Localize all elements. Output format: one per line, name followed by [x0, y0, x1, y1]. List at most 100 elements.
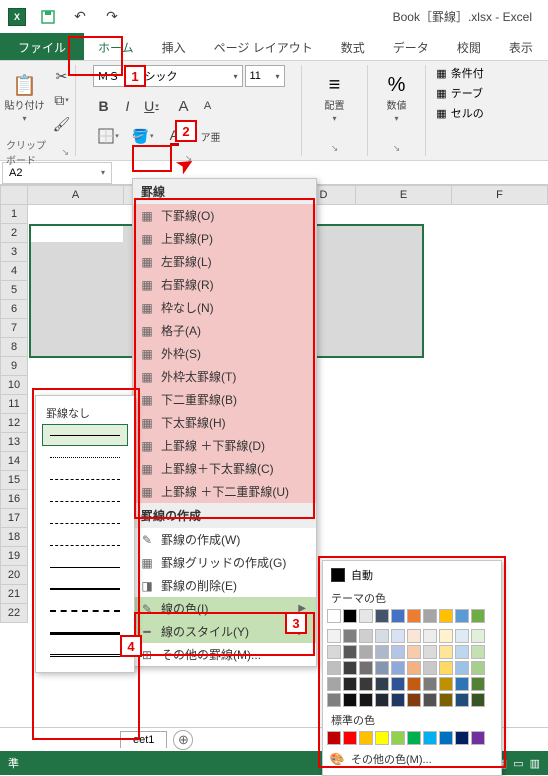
- col-header-A[interactable]: A: [28, 185, 124, 205]
- color-swatch[interactable]: [375, 661, 389, 675]
- cell-styles-button[interactable]: ▦セルの: [436, 105, 483, 121]
- color-swatch[interactable]: [391, 609, 405, 623]
- row-header-5[interactable]: 5: [0, 281, 28, 300]
- color-swatch[interactable]: [455, 645, 469, 659]
- color-swatch[interactable]: [375, 731, 389, 745]
- underline-button[interactable]: U▾: [141, 95, 163, 117]
- menu-thick[interactable]: ▦外枠太罫線(T): [133, 365, 316, 388]
- launcher-icon[interactable]: ↘: [61, 147, 69, 158]
- line-style-solid-1[interactable]: [42, 424, 128, 446]
- view-break-icon[interactable]: ▥: [530, 757, 540, 770]
- color-swatch[interactable]: [439, 693, 453, 707]
- paste-button[interactable]: 📋 貼り付け ▾: [3, 65, 47, 129]
- launcher-icon[interactable]: ↘: [393, 143, 401, 154]
- menu-left[interactable]: ▦左罫線(L): [133, 250, 316, 273]
- color-swatch[interactable]: [359, 677, 373, 691]
- menu-right[interactable]: ▦右罫線(R): [133, 273, 316, 296]
- row-header-7[interactable]: 7: [0, 319, 28, 338]
- color-swatch[interactable]: [359, 645, 373, 659]
- view-page-icon[interactable]: ▭: [513, 757, 523, 770]
- row-header-12[interactable]: 12: [0, 414, 28, 433]
- italic-button[interactable]: I: [117, 95, 139, 117]
- phonetic-button[interactable]: ア亜: [195, 125, 227, 147]
- color-swatch[interactable]: [439, 629, 453, 643]
- tab-home[interactable]: ホーム: [84, 33, 148, 60]
- cond-format-button[interactable]: ▦条件付: [436, 65, 483, 81]
- color-swatch[interactable]: [343, 677, 357, 691]
- color-swatch[interactable]: [343, 629, 357, 643]
- menu-top[interactable]: ▦上罫線(P): [133, 227, 316, 250]
- color-swatch[interactable]: [471, 609, 485, 623]
- color-swatch[interactable]: [423, 693, 437, 707]
- tab-review[interactable]: 校閲: [443, 33, 495, 60]
- row-header-22[interactable]: 22: [0, 604, 28, 623]
- row-header-6[interactable]: 6: [0, 300, 28, 319]
- color-swatch[interactable]: [327, 661, 341, 675]
- color-swatch[interactable]: [327, 609, 341, 623]
- row-header-14[interactable]: 14: [0, 452, 28, 471]
- menu-bottom[interactable]: ▦下罫線(O): [133, 204, 316, 227]
- redo-button[interactable]: ↷: [102, 7, 122, 27]
- alignment-button[interactable]: ≡ 配置 ▾: [313, 65, 357, 129]
- add-sheet-button[interactable]: ⊕: [173, 730, 193, 750]
- color-swatch[interactable]: [471, 661, 485, 675]
- row-header-18[interactable]: 18: [0, 528, 28, 547]
- row-header-19[interactable]: 19: [0, 547, 28, 566]
- color-swatch[interactable]: [423, 661, 437, 675]
- color-swatch[interactable]: [359, 609, 373, 623]
- fill-color-button[interactable]: 🪣▾: [127, 125, 159, 147]
- color-swatch[interactable]: [327, 645, 341, 659]
- row-header-4[interactable]: 4: [0, 262, 28, 281]
- color-swatch[interactable]: [455, 677, 469, 691]
- color-swatch[interactable]: [407, 629, 421, 643]
- color-swatch[interactable]: [375, 609, 389, 623]
- menu-drawgrid[interactable]: ▦罫線グリッドの作成(G): [133, 551, 316, 574]
- color-swatch[interactable]: [375, 677, 389, 691]
- color-swatch[interactable]: [343, 661, 357, 675]
- color-swatch[interactable]: [391, 693, 405, 707]
- color-swatch[interactable]: [391, 629, 405, 643]
- color-swatch[interactable]: [359, 731, 373, 745]
- menu-erase[interactable]: ◨罫線の削除(E): [133, 574, 316, 597]
- menu-ttb[interactable]: ▦上罫線＋下太罫線(C): [133, 457, 316, 480]
- color-swatch[interactable]: [375, 629, 389, 643]
- color-swatch[interactable]: [455, 731, 469, 745]
- color-swatch[interactable]: [359, 693, 373, 707]
- menu-box[interactable]: ▦外枠(S): [133, 342, 316, 365]
- row-header-21[interactable]: 21: [0, 585, 28, 604]
- format-painter-button[interactable]: 🖌: [51, 113, 73, 135]
- font-size-combo[interactable]: 11▾: [245, 65, 285, 87]
- bold-button[interactable]: B: [93, 95, 115, 117]
- color-swatch[interactable]: [439, 645, 453, 659]
- font-name-combo[interactable]: ＭＳ Ｐゴシック▾: [93, 65, 243, 87]
- line-style-dashdot[interactable]: [42, 512, 128, 534]
- line-none-label[interactable]: 罫線なし: [42, 402, 128, 424]
- color-swatch[interactable]: [455, 661, 469, 675]
- color-swatch[interactable]: [471, 677, 485, 691]
- color-swatch[interactable]: [407, 693, 421, 707]
- tab-insert[interactable]: 挿入: [148, 33, 200, 60]
- color-swatch[interactable]: [455, 629, 469, 643]
- row-header-17[interactable]: 17: [0, 509, 28, 528]
- line-style-dash-l[interactable]: [42, 534, 128, 556]
- color-swatch[interactable]: [423, 629, 437, 643]
- launcher-icon[interactable]: ↘: [185, 153, 193, 164]
- tab-formulas[interactable]: 数式: [327, 33, 379, 60]
- line-style-dot[interactable]: [42, 446, 128, 468]
- save-button[interactable]: [38, 7, 58, 27]
- row-header-11[interactable]: 11: [0, 395, 28, 414]
- sheet-tab-1[interactable]: eet1: [120, 731, 167, 748]
- color-swatch[interactable]: [359, 661, 373, 675]
- color-swatch[interactable]: [407, 677, 421, 691]
- color-swatch[interactable]: [471, 731, 485, 745]
- color-swatch[interactable]: [407, 661, 421, 675]
- menu-dbottom[interactable]: ▦下二重罫線(B): [133, 388, 316, 411]
- line-style-solid-3[interactable]: [42, 622, 128, 644]
- line-style-solid-2[interactable]: [42, 578, 128, 600]
- tab-data[interactable]: データ: [379, 33, 443, 60]
- menu-draw[interactable]: ✎罫線の作成(W): [133, 528, 316, 551]
- undo-button[interactable]: ↶: [70, 7, 90, 27]
- select-all-corner[interactable]: [0, 185, 28, 205]
- grow-font-button[interactable]: A: [173, 95, 195, 117]
- color-swatch[interactable]: [455, 609, 469, 623]
